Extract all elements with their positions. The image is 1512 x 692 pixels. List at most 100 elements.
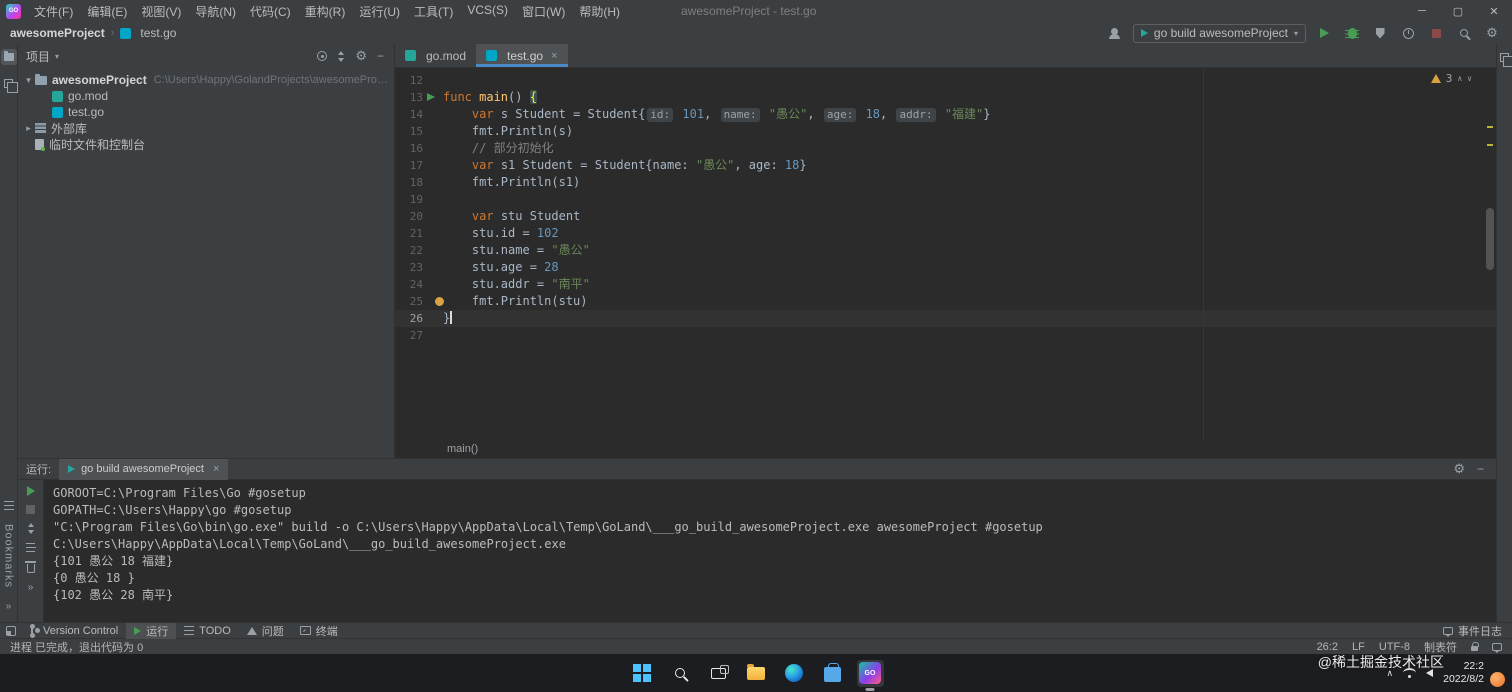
run-button[interactable]: [1314, 24, 1334, 43]
lock-icon[interactable]: [1471, 642, 1479, 651]
gear-icon[interactable]: [355, 49, 367, 63]
editor-scrollbar[interactable]: [1484, 68, 1495, 440]
code-line[interactable]: 18 fmt.Println(s1): [395, 174, 1496, 191]
code-line[interactable]: 17 var s1 Student = Student{name: "愚公", …: [395, 157, 1496, 174]
settings-button[interactable]: [1482, 24, 1502, 43]
menu-item[interactable]: VCS(S): [460, 0, 515, 23]
profiler-button[interactable]: [1398, 24, 1418, 43]
file-explorer-button[interactable]: [743, 660, 770, 687]
prev-warning-icon[interactable]: ∧: [1457, 74, 1462, 83]
rerun-icon[interactable]: [26, 486, 35, 496]
code-line[interactable]: 21 stu.id = 102: [395, 225, 1496, 242]
menu-item[interactable]: 重构(R): [298, 0, 353, 23]
close-icon[interactable]: ×: [213, 463, 219, 475]
toolwindow-switcher-icon[interactable]: [6, 625, 16, 636]
start-button[interactable]: [629, 660, 656, 687]
stop-icon[interactable]: [26, 505, 35, 514]
tree-item[interactable]: 外部库: [18, 120, 394, 136]
tray-clock[interactable]: 22:2 2022/8/2: [1443, 660, 1484, 685]
collapse-icon[interactable]: »: [28, 582, 34, 593]
line-separator[interactable]: LF: [1352, 641, 1365, 653]
code-line[interactable]: 24 stu.addr = "南平": [395, 276, 1496, 293]
code-with-me-button[interactable]: [1105, 24, 1125, 43]
search-everywhere-button[interactable]: [1454, 24, 1474, 43]
code-line[interactable]: 22 stu.name = "愚公": [395, 242, 1496, 259]
toolwindow-button-problems[interactable]: 问题: [239, 623, 292, 639]
toolwindow-button-version-control[interactable]: Version Control: [18, 623, 126, 639]
console-output[interactable]: GOROOT=C:\Program Files\Go #gosetup GOPAT…: [44, 480, 1496, 622]
soft-wrap-icon[interactable]: [26, 543, 36, 552]
goland-taskbar-button[interactable]: GO: [856, 659, 884, 687]
tree-item[interactable]: test.go: [18, 104, 394, 120]
code-line[interactable]: 25 fmt.Println(stu): [395, 293, 1496, 310]
code-line[interactable]: 20 var stu Student: [395, 208, 1496, 225]
file-encoding[interactable]: UTF-8: [1379, 641, 1410, 653]
navigate-stacktrace-icon[interactable]: [27, 523, 35, 534]
bookmarks-stripe-button[interactable]: Bookmarks: [3, 524, 15, 588]
project-panel-title[interactable]: 项目: [26, 48, 50, 65]
breadcrumb-project[interactable]: awesomeProject: [10, 26, 105, 40]
code-line[interactable]: 12: [395, 72, 1496, 89]
toolwindow-button-terminal[interactable]: 终端: [292, 623, 346, 639]
stop-button[interactable]: [1426, 24, 1446, 43]
structure-stripe-button[interactable]: [1, 498, 17, 514]
menu-item[interactable]: 工具(T): [407, 0, 460, 23]
code-editor[interactable]: 12 13 func main() {14 var s Student = Stud…: [395, 68, 1496, 440]
inspection-widget[interactable]: 3 ∧ ∨: [1430, 72, 1472, 85]
code-line[interactable]: 14 var s Student = Student{id: 101, name…: [395, 106, 1496, 123]
tree-item[interactable]: go.mod: [18, 88, 394, 104]
minimize-button[interactable]: ─: [1404, 0, 1440, 22]
store-button[interactable]: [819, 660, 846, 687]
menu-item[interactable]: 文件(F): [27, 0, 80, 23]
menu-item[interactable]: 编辑(E): [80, 0, 134, 23]
scrollbar-thumb[interactable]: [1486, 208, 1494, 270]
hide-panel-icon[interactable]: [1477, 462, 1484, 476]
chevron-down-icon[interactable]: [22, 75, 35, 86]
code-line[interactable]: 15 fmt.Println(s): [395, 123, 1496, 140]
run-gutter-icon[interactable]: [427, 93, 435, 101]
gear-icon[interactable]: [1453, 462, 1465, 476]
locate-file-icon[interactable]: [317, 51, 328, 61]
code-line[interactable]: 13 func main() {: [395, 89, 1496, 106]
menu-item[interactable]: 导航(N): [188, 0, 243, 23]
code-line[interactable]: 27: [395, 327, 1496, 344]
menu-item[interactable]: 代码(C): [243, 0, 298, 23]
more-stripe-button[interactable]: »: [1, 598, 17, 614]
code-line[interactable]: 16 // 部分初始化: [395, 140, 1496, 157]
coverage-button[interactable]: [1370, 24, 1390, 43]
expand-collapse-icon[interactable]: [337, 50, 345, 62]
debug-button[interactable]: [1342, 24, 1362, 43]
menu-item[interactable]: 窗口(W): [515, 0, 572, 23]
chevron-right-icon[interactable]: [22, 123, 35, 134]
event-log-button[interactable]: 事件日志: [1443, 623, 1506, 639]
run-console-tab[interactable]: go build awesomeProject ×: [59, 458, 229, 480]
code-line[interactable]: 23 stu.age = 28: [395, 259, 1496, 276]
menu-item[interactable]: 视图(V): [134, 0, 188, 23]
editor-breadcrumb[interactable]: main(): [395, 440, 1496, 458]
tree-item[interactable]: 临时文件和控制台: [18, 136, 394, 152]
code-line[interactable]: 26}: [395, 310, 1496, 327]
commit-stripe-button[interactable]: [1, 75, 18, 93]
edge-button[interactable]: [781, 660, 808, 687]
notifications-icon[interactable]: [1492, 642, 1502, 653]
notifications-stripe-button[interactable]: [1497, 49, 1512, 67]
taskbar-search-button[interactable]: [667, 660, 694, 687]
toolwindow-button-run[interactable]: 运行: [126, 622, 177, 639]
menu-item[interactable]: 运行(U): [352, 0, 407, 23]
clear-console-icon[interactable]: [25, 561, 36, 573]
editor-tab[interactable]: go.mod: [395, 44, 476, 67]
tree-item[interactable]: awesomeProject C:\Users\Happy\GolandProje…: [18, 72, 394, 88]
cursor-position[interactable]: 26:2: [1317, 641, 1338, 653]
close-button[interactable]: ✕: [1476, 0, 1512, 22]
code-line[interactable]: 19: [395, 191, 1496, 208]
run-configuration-select[interactable]: go build awesomeProject ▾: [1132, 23, 1306, 43]
breadcrumb-file[interactable]: test.go: [140, 26, 176, 40]
toolwindow-button-todo[interactable]: TODO: [176, 623, 239, 639]
menu-item[interactable]: 帮助(H): [572, 0, 627, 23]
next-warning-icon[interactable]: ∨: [1467, 74, 1472, 83]
close-icon[interactable]: ×: [551, 50, 557, 62]
task-view-button[interactable]: [705, 660, 732, 687]
hide-panel-icon[interactable]: [377, 49, 384, 63]
maximize-button[interactable]: ▢: [1440, 0, 1476, 22]
editor-tab[interactable]: test.go ×: [476, 44, 568, 67]
